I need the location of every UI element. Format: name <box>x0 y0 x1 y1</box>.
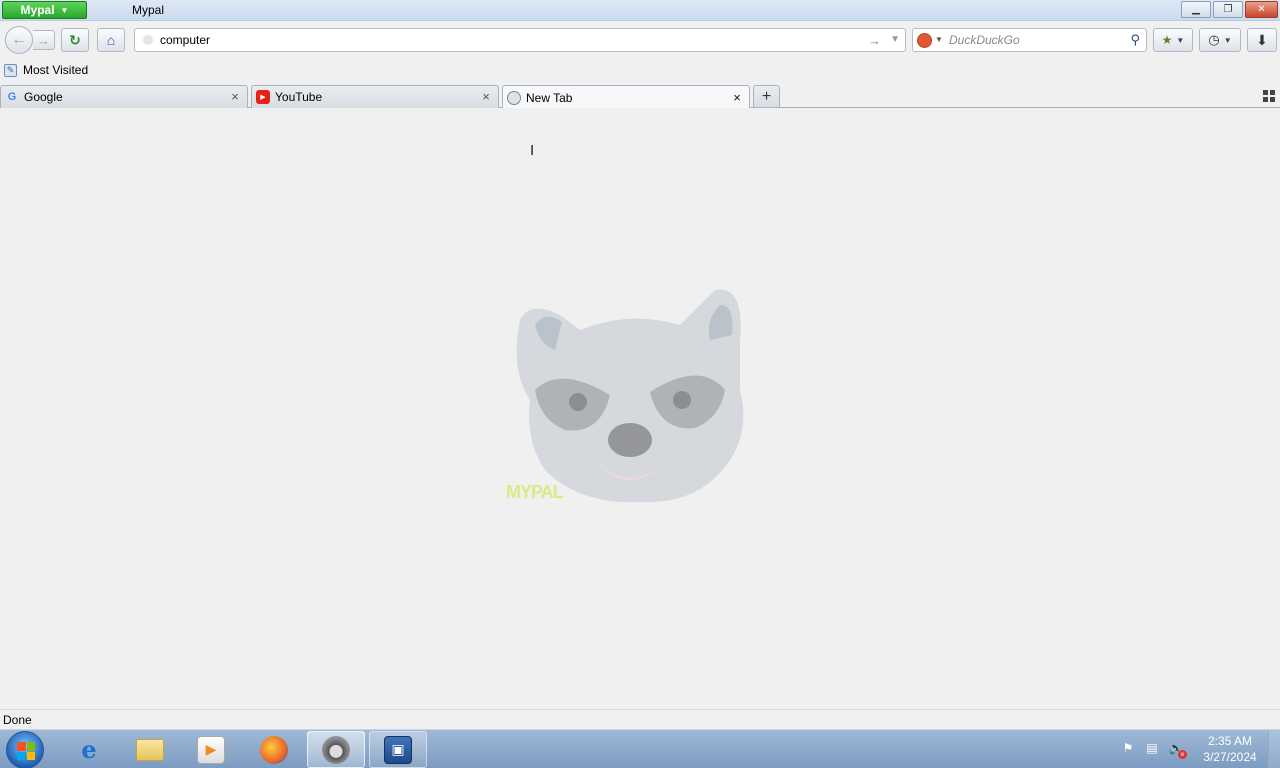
back-arrow-icon: ← <box>11 31 27 48</box>
bookmark-folder-icon: ✎ <box>4 63 17 77</box>
forward-arrow-icon: → <box>37 32 50 48</box>
taskbar-internet-explorer[interactable]: e <box>60 731 118 768</box>
page-identity-icon[interactable] <box>143 35 153 45</box>
mypal-watermark: MYPAL <box>506 482 564 502</box>
list-all-tabs-button[interactable] <box>1263 90 1275 102</box>
search-bar[interactable]: ▼ ⚲ <box>912 28 1147 52</box>
home-button[interactable]: ⌂ <box>97 28 125 52</box>
chevron-down-icon: ▼ <box>1176 35 1185 45</box>
downloads-button[interactable]: ⬇ <box>1247 28 1277 52</box>
go-arrow-icon[interactable]: → <box>868 33 881 48</box>
tab-google[interactable]: G Google × <box>0 85 248 108</box>
close-window-button[interactable]: ✕ <box>1245 1 1278 18</box>
search-engine-dropdown-icon[interactable]: ▼ <box>935 35 943 44</box>
tab-youtube[interactable]: ▶ YouTube × <box>251 85 499 108</box>
media-player-icon: ▶ <box>197 735 225 764</box>
page-content: I MYPAL <box>0 108 1280 709</box>
globe-icon <box>507 90 521 105</box>
close-tab-icon[interactable]: × <box>229 90 241 103</box>
tab-strip: G Google × ▶ YouTube × New Tab × + <box>0 83 1280 109</box>
bookmarks-toolbar: ✎ Most Visited <box>0 60 1280 83</box>
window-title: Mypal <box>132 3 165 17</box>
internet-explorer-icon: e <box>81 735 97 764</box>
volume-muted-icon[interactable]: 🔈 <box>1168 740 1187 759</box>
forward-button[interactable]: → <box>33 30 55 50</box>
plus-icon: + <box>761 87 772 105</box>
reload-icon: ↻ <box>69 31 81 48</box>
clock-date: 3/27/2024 <box>1203 750 1257 764</box>
show-desktop-button[interactable] <box>1268 730 1280 768</box>
navigation-toolbar: ← → ↻ ⌂ → ▼ ▼ ⚲ ★ ▼ ◷ ▼ ⬇ <box>0 21 1280 59</box>
window-controls: ▁ ❐ ✕ <box>1181 1 1278 18</box>
bookmark-star-icon: ★ <box>1161 33 1173 47</box>
tab-label: YouTube <box>275 90 323 104</box>
text-cursor-icon: I <box>530 142 535 159</box>
minimize-icon: ▁ <box>1192 4 1200 15</box>
virtualbox-icon: ▣ <box>384 735 412 764</box>
tab-new-tab[interactable]: New Tab × <box>502 85 750 109</box>
status-bar: Done <box>0 709 1280 729</box>
start-button[interactable] <box>6 731 44 768</box>
windows-taskbar: e ▶ ▣ ⚑ ▤ 🔈 2:35 AM 3/27/2024 <box>0 729 1280 768</box>
taskbar-virtualbox[interactable]: ▣ <box>369 731 427 768</box>
url-bar[interactable]: → ▼ <box>134 28 906 52</box>
mypal-raccoon-icon <box>322 735 350 764</box>
dropdown-arrow-icon: ▼ <box>60 5 69 15</box>
raccoon-mascot <box>516 289 744 503</box>
restore-button[interactable]: ❐ <box>1213 1 1243 18</box>
tab-label: Google <box>24 90 63 104</box>
home-icon: ⌂ <box>106 32 116 48</box>
history-button[interactable]: ◷ ▼ <box>1199 28 1241 52</box>
action-center-flag-icon[interactable]: ⚑ <box>1120 740 1136 756</box>
system-tray: ⚑ ▤ 🔈 <box>1120 740 1187 759</box>
new-tab-button[interactable]: + <box>753 85 780 107</box>
youtube-icon: ▶ <box>256 90 270 104</box>
minimize-button[interactable]: ▁ <box>1181 1 1211 18</box>
close-icon: ✕ <box>1257 4 1266 15</box>
clock-time: 2:35 AM <box>1207 734 1253 748</box>
tab-label: New Tab <box>526 90 573 105</box>
taskbar-file-explorer[interactable] <box>121 731 179 768</box>
bookmark-most-visited[interactable]: ✎ Most Visited <box>4 63 88 77</box>
title-bar: Mypal ▼ Mypal ▁ ❐ ✕ <box>0 0 1280 21</box>
download-arrow-icon: ⬇ <box>1256 31 1268 48</box>
search-magnifier-icon[interactable]: ⚲ <box>1130 32 1140 48</box>
url-input[interactable] <box>160 32 860 48</box>
chevron-down-icon: ▼ <box>1223 35 1232 45</box>
back-button[interactable]: ← <box>5 26 33 54</box>
url-history-dropdown-icon[interactable]: ▼ <box>890 34 900 45</box>
app-menu-label: Mypal <box>20 3 55 17</box>
close-tab-icon[interactable]: × <box>731 91 743 104</box>
taskbar-clock[interactable]: 2:35 AM 3/27/2024 <box>1195 733 1265 765</box>
status-text: Done <box>3 713 32 727</box>
search-input[interactable] <box>949 32 1119 48</box>
restore-icon: ❐ <box>1223 4 1233 15</box>
windows-logo-icon <box>17 742 35 760</box>
duckduckgo-icon[interactable] <box>917 33 932 48</box>
firefox-icon <box>260 735 288 764</box>
reload-button[interactable]: ↻ <box>61 28 89 52</box>
taskbar-media-player[interactable]: ▶ <box>182 731 240 768</box>
close-tab-icon[interactable]: × <box>480 90 492 103</box>
file-explorer-icon <box>136 738 164 761</box>
taskbar-mypal[interactable] <box>307 731 365 768</box>
taskbar-firefox[interactable] <box>245 731 303 768</box>
app-menu-button[interactable]: Mypal ▼ <box>2 1 87 19</box>
network-icon[interactable]: ▤ <box>1144 740 1160 756</box>
google-icon: G <box>7 91 17 103</box>
bookmarks-menu-button[interactable]: ★ ▼ <box>1153 28 1193 52</box>
clock-icon: ◷ <box>1208 32 1220 47</box>
bookmark-label: Most Visited <box>23 63 89 77</box>
